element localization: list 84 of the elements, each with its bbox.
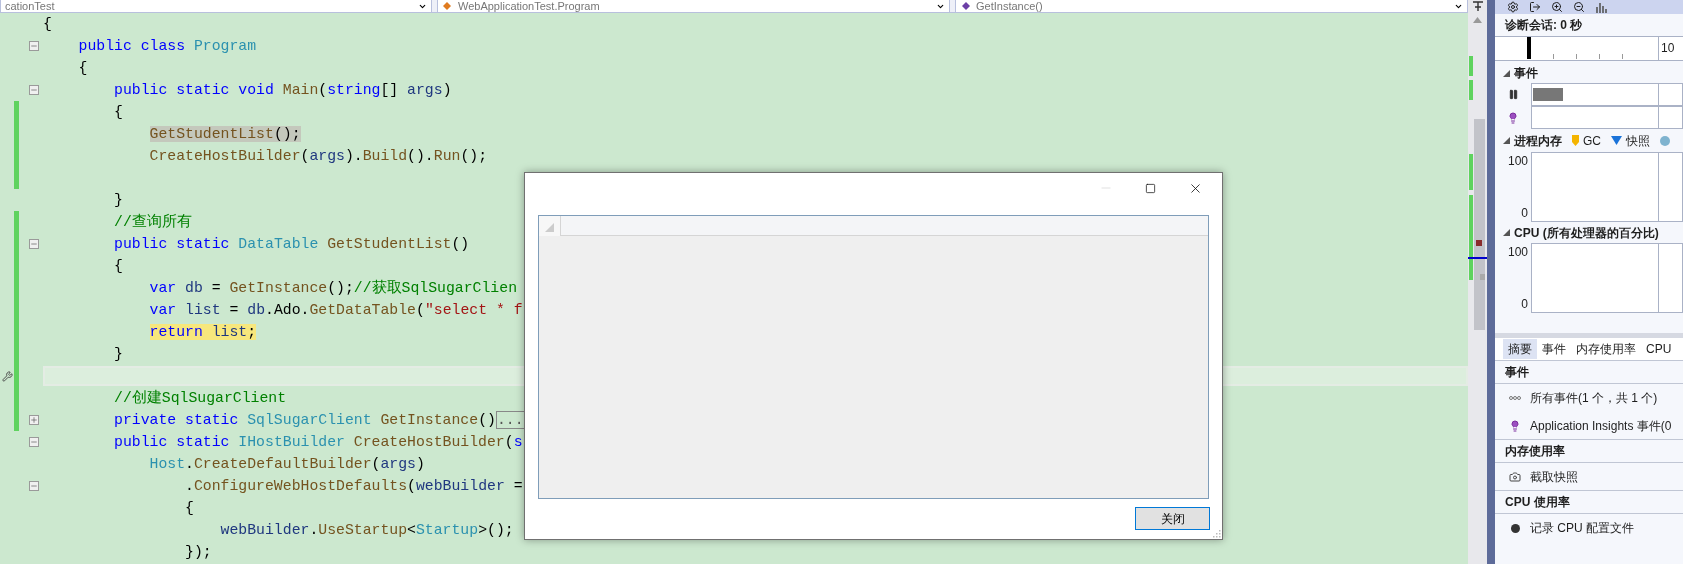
time-marker[interactable] <box>1527 37 1531 59</box>
section-title: CPU 使用率 <box>1505 494 1570 511</box>
navigation-dropdown[interactable]: cationTest <box>0 0 432 12</box>
section-title: CPU (所有处理器的百分比) <box>1514 224 1659 242</box>
tab[interactable]: 事件 <box>1537 339 1571 359</box>
circle-icon <box>1660 135 1670 146</box>
section-title: 进程内存 <box>1514 132 1562 150</box>
summary-link[interactable]: 记录 CPU 配置文件 <box>1530 519 1634 537</box>
code-line: { <box>113 257 123 276</box>
export-icon[interactable] <box>1529 1 1541 13</box>
code-line: } <box>113 191 123 210</box>
camera-icon <box>1509 470 1521 483</box>
dropdown-text: cationTest <box>5 0 55 12</box>
code-line: public static void Main(string[] args) <box>113 81 452 100</box>
code-line: .ConfigureWebHostDefaults(webBuilder = <box>184 477 523 496</box>
code-line: { <box>43 15 52 34</box>
section-title: 内存使用率 <box>1505 443 1565 460</box>
pause-icon <box>1507 89 1519 100</box>
triangle-icon <box>1611 136 1622 145</box>
legend-label: 快照 <box>1626 132 1650 150</box>
collapse-icon[interactable] <box>28 481 39 491</box>
summary-link[interactable]: 截取快照 <box>1530 467 1578 486</box>
expander-icon[interactable] <box>1503 69 1510 77</box>
tab[interactable]: CPU <box>1641 339 1677 359</box>
code-line: public static IHostBuilder CreateHostBuilder(s <box>113 433 523 452</box>
code-line: }); <box>184 543 212 562</box>
lightbulb-icon <box>1509 419 1521 432</box>
expander-icon[interactable] <box>1503 229 1510 236</box>
code-line: public static DataTable GetStudentList() <box>113 235 470 254</box>
zoom-in-icon[interactable] <box>1551 1 1563 13</box>
axis-label: 0 <box>1521 205 1528 222</box>
code-line: Host.CreateDefaultBuilder(args) <box>148 455 425 474</box>
expander-icon[interactable] <box>1503 137 1510 144</box>
method-icon <box>960 1 972 11</box>
code-line: GetStudentList(); <box>148 125 301 144</box>
bar-chart-icon[interactable] <box>1595 1 1607 13</box>
scroll-thumb[interactable] <box>1474 119 1485 330</box>
resize-grip-icon[interactable] <box>1211 528 1221 538</box>
code-line: //查询所有 <box>113 212 192 232</box>
session-label: 诊断会话: 0 秒 <box>1505 17 1583 34</box>
scroll-up-icon[interactable] <box>1473 17 1482 23</box>
axis-label: 0 <box>1521 296 1528 313</box>
section-title: 事件 <box>1505 364 1529 381</box>
tab[interactable]: 摘要 <box>1503 339 1537 359</box>
summary-link[interactable]: Application Insights 事件(0 <box>1530 416 1672 435</box>
event-bar <box>1533 88 1563 101</box>
navigation-dropdown[interactable]: GetInstance() <box>955 0 1468 12</box>
code-line: webBuilder.UseStartup<Startup>(); <box>219 521 514 540</box>
navigation-dropdown[interactable]: WebApplicationTest.Program <box>437 0 950 12</box>
wrench-icon[interactable] <box>1 370 13 382</box>
code-line: { <box>77 59 88 78</box>
marker-icon <box>1572 135 1579 146</box>
axis-label: 100 <box>1507 153 1528 170</box>
tab[interactable]: 内存使用率 <box>1571 339 1641 359</box>
code-line: { <box>184 499 194 518</box>
code-line: } <box>113 345 123 364</box>
zoom-out-icon[interactable] <box>1573 1 1585 13</box>
code-line: var db = GetInstance();//获取SqlSugarClien <box>148 278 517 298</box>
code-line: public class Program <box>77 37 257 56</box>
lightbulb-icon <box>1507 111 1519 124</box>
dropdown-text: WebApplicationTest.Program <box>458 0 600 12</box>
code-line: return list; <box>148 323 257 342</box>
dots-icon <box>1509 395 1521 401</box>
collapse-icon[interactable] <box>28 85 39 95</box>
expand-icon[interactable] <box>28 415 39 425</box>
code-line: //创建SqlSugarClient <box>113 388 287 408</box>
summary-link[interactable]: 所有事件(1 个，共 1 个) <box>1530 389 1658 407</box>
split-icon[interactable] <box>1471 0 1484 12</box>
time-label: 10 <box>1660 40 1675 57</box>
collapse-icon[interactable] <box>28 41 39 51</box>
code-line: { <box>113 103 123 122</box>
record-icon <box>1510 523 1520 533</box>
settings-icon[interactable] <box>1507 1 1519 13</box>
collapse-icon[interactable] <box>28 437 39 447</box>
axis-label: 100 <box>1507 244 1528 261</box>
select-all-icon[interactable] <box>545 223 554 232</box>
class-icon <box>442 1 454 11</box>
legend-label: GC <box>1583 132 1601 150</box>
collapse-icon[interactable] <box>28 239 39 249</box>
code-line: var list = db.Ado.GetDataTable("select * f <box>148 301 523 320</box>
section-title: 事件 <box>1514 65 1538 82</box>
code-line: CreateHostBuilder(args).Build().Run(); <box>148 147 488 166</box>
close-dialog-button[interactable]: 关闭 <box>1135 507 1210 530</box>
dropdown-text: GetInstance() <box>976 0 1043 12</box>
